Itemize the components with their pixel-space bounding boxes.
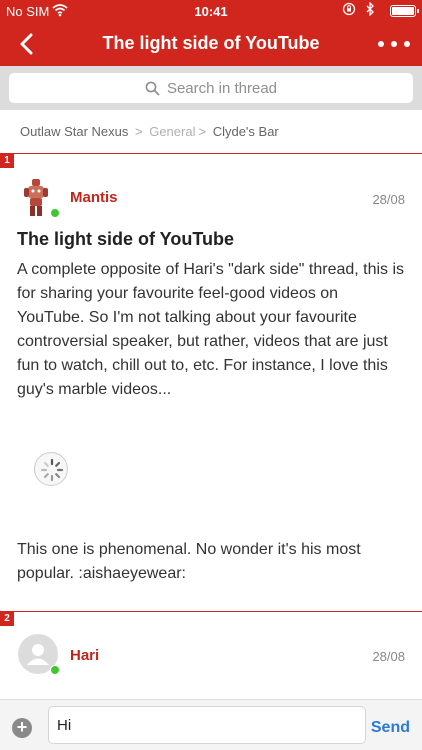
author-name[interactable]: Mantis [70,189,118,206]
breadcrumb: Outlaw Star Nexus > General > Clyde's Bar [0,110,422,154]
post-number-badge: 2 [0,612,14,626]
dot-icon [391,41,397,47]
clock: 10:41 [194,4,228,19]
post-body-continued: This one is phenomenal. No wonder it's h… [17,541,361,582]
loading-spinner-icon [34,452,68,486]
post-date: 28/08 [372,192,405,207]
avatar[interactable] [18,634,60,675]
post-body: A complete opposite of Hari's "dark side… [17,261,405,398]
rotation-lock-icon [342,2,356,19]
post-date: 28/08 [372,649,405,664]
author-name[interactable]: Hari [70,647,99,664]
breadcrumb-item-forum[interactable]: Outlaw Star Nexus [20,124,128,139]
send-button[interactable]: Send [371,719,410,737]
top-bar: No SIM 10:41 The light side of YouTube [0,0,422,66]
search-bar: Search in thread [0,66,422,110]
more-options-button[interactable] [378,32,410,56]
post-number-badge: 1 [0,154,14,168]
status-bar: No SIM 10:41 [0,0,422,22]
breadcrumb-item-category[interactable]: General [149,124,195,139]
add-attachment-button[interactable]: + [12,718,32,738]
online-indicator [50,665,60,675]
chevron-left-icon [20,33,33,55]
back-button[interactable] [12,28,44,60]
avatar[interactable] [18,177,60,218]
search-placeholder: Search in thread [166,79,278,97]
search-icon [145,81,160,95]
post-title: The light side of YouTube [17,229,234,249]
post-divider [0,611,422,612]
dot-icon [404,41,410,47]
dot-icon [378,41,384,47]
online-indicator [50,208,60,218]
message-input[interactable] [48,706,366,744]
breadcrumb-item-subforum[interactable]: Clyde's Bar [213,124,279,139]
battery-icon [390,5,419,17]
search-input[interactable]: Search in thread [9,73,413,103]
bluetooth-icon [365,1,375,19]
nav-bar: The light side of YouTube [0,22,422,66]
breadcrumb-separator: > [198,124,207,139]
reply-composer: + Send [0,699,422,750]
page-title: The light side of YouTube [102,33,320,53]
breadcrumb-separator: > [135,124,143,139]
